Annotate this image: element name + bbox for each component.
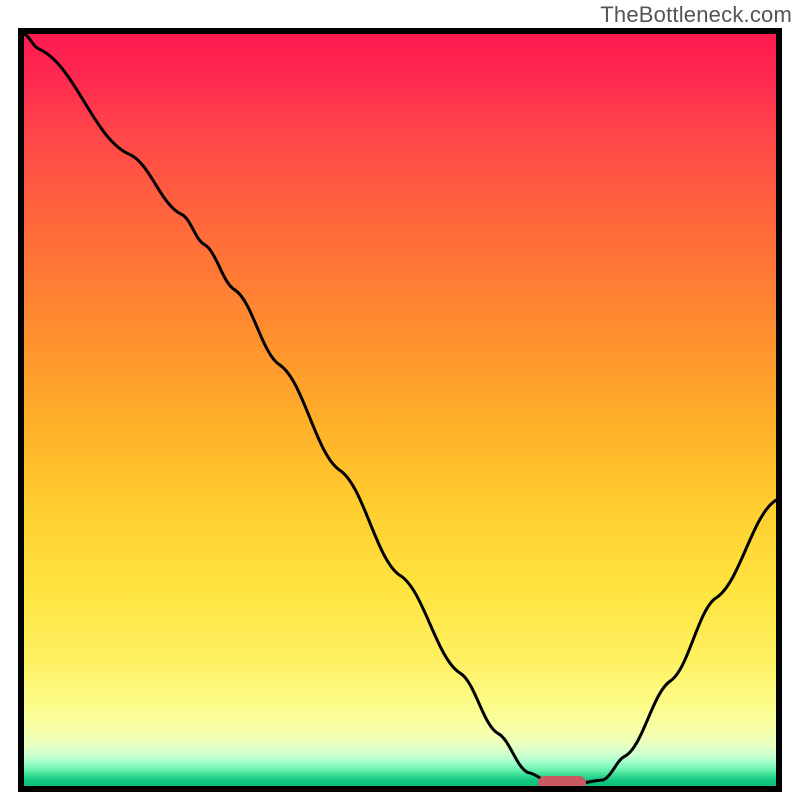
watermark-text: TheBottleneck.com <box>600 2 792 28</box>
chart-plot-area <box>24 34 776 786</box>
chart-frame <box>18 28 782 792</box>
min-marker <box>538 776 586 786</box>
curve-line <box>24 34 776 786</box>
